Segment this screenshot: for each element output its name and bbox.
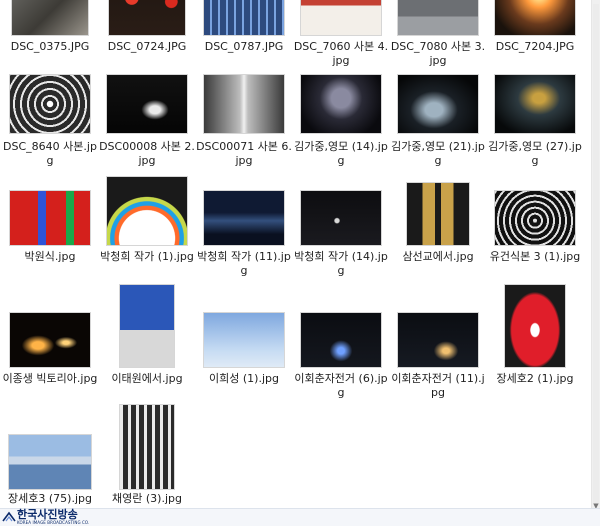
- broadcast-logo-icon: [2, 511, 16, 522]
- logo-subtitle: KOREA IMAGE BROADCASTING CO.: [17, 520, 90, 525]
- file-item[interactable]: 이희성 (1).jpg: [196, 0, 292, 510]
- file-thumbnail[interactable]: [397, 312, 479, 368]
- file-name-label[interactable]: 이회춘자전거 (11).jpg: [390, 372, 486, 400]
- file-thumbnail[interactable]: [504, 284, 566, 368]
- file-name-label[interactable]: 장세호2 (1).jpg: [487, 372, 583, 386]
- file-item[interactable]: 이회춘자전거 (11).jpg: [390, 0, 486, 510]
- file-item[interactable]: 이회춘자전거 (6).jpg: [293, 0, 389, 510]
- scrollbar-track[interactable]: [593, 4, 599, 504]
- photo-image: [120, 405, 174, 489]
- file-name-label[interactable]: 이회춘자전거 (6).jpg: [293, 372, 389, 400]
- photo-image: [9, 435, 91, 489]
- file-item[interactable]: 장세호2 (1).jpg: [487, 0, 583, 510]
- vertical-scrollbar[interactable]: ▼: [591, 0, 600, 510]
- photo-image: [301, 313, 381, 367]
- photo-image: [398, 313, 478, 367]
- file-item[interactable]: 장세호3 (75).jpg: [2, 0, 98, 510]
- file-name-label[interactable]: 채영란 (3).jpg: [99, 492, 195, 506]
- watermark-strip: 한국사진방송 KOREA IMAGE BROADCASTING CO.: [0, 508, 600, 526]
- file-name-label[interactable]: 장세호3 (75).jpg: [2, 492, 98, 506]
- file-thumbnail[interactable]: [300, 312, 382, 368]
- thumbnail-grid: DSC_0375.JPG DSC_0724.JPG DSC_0787.JPG DSC_…: [0, 0, 592, 510]
- photo-image: [505, 285, 565, 367]
- file-thumbnail[interactable]: [119, 404, 175, 490]
- file-name-label[interactable]: 이희성 (1).jpg: [196, 372, 292, 386]
- file-thumbnail[interactable]: [8, 434, 92, 490]
- file-thumbnail[interactable]: [203, 312, 285, 368]
- photo-image: [204, 313, 284, 367]
- file-explorer-window: DSC_0375.JPG DSC_0724.JPG DSC_0787.JPG DSC_…: [0, 0, 600, 526]
- file-item[interactable]: 채영란 (3).jpg: [99, 0, 195, 510]
